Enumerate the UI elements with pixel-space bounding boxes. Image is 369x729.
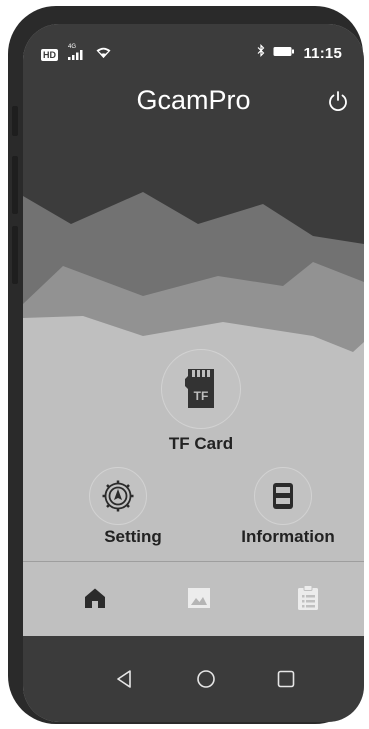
recents-icon [277,670,295,688]
mute-switch [12,106,18,136]
volume-down-button [12,226,18,284]
sd-card-icon-text: TF [193,389,208,403]
clipboard-icon [298,585,318,610]
setting-button[interactable] [89,467,147,525]
back-button[interactable] [109,664,139,694]
recents-button[interactable] [271,664,301,694]
bottom-tab-bar [23,562,364,636]
clock: 11:15 [303,44,342,62]
storage-icon [272,482,293,509]
home-nav-button[interactable] [191,664,221,694]
image-icon [188,588,210,608]
tf-card-label: TF Card [168,434,234,453]
power-icon [329,91,347,112]
information-label: Information [241,527,335,546]
signal-icon: 4G [68,44,86,62]
home-circle-icon [197,670,215,688]
tab-home[interactable] [79,582,111,614]
screen: HD 4G 11:15 GcamPro TF TF Card Setting I… [23,24,364,722]
wifi-icon [96,46,111,64]
home-icon [85,588,105,608]
gear-icon [102,480,133,511]
system-nav-bar [23,636,364,722]
phone-frame: HD 4G 11:15 GcamPro TF TF Card Setting I… [8,6,364,724]
volume-up-button [12,156,18,214]
setting-label: Setting [104,527,162,546]
status-bar: HD 4G 11:15 [23,24,364,84]
sd-card-icon: TF [184,368,214,408]
bluetooth-icon [257,44,265,62]
hd-badge: HD [41,49,58,61]
battery-icon [273,44,295,62]
app-title: GcamPro [136,85,251,115]
back-icon [117,670,131,688]
power-button[interactable] [323,86,353,116]
tab-log[interactable] [292,582,324,614]
tf-card-button[interactable]: TF [161,349,241,429]
tab-gallery[interactable] [183,582,215,614]
information-button[interactable] [254,467,312,525]
